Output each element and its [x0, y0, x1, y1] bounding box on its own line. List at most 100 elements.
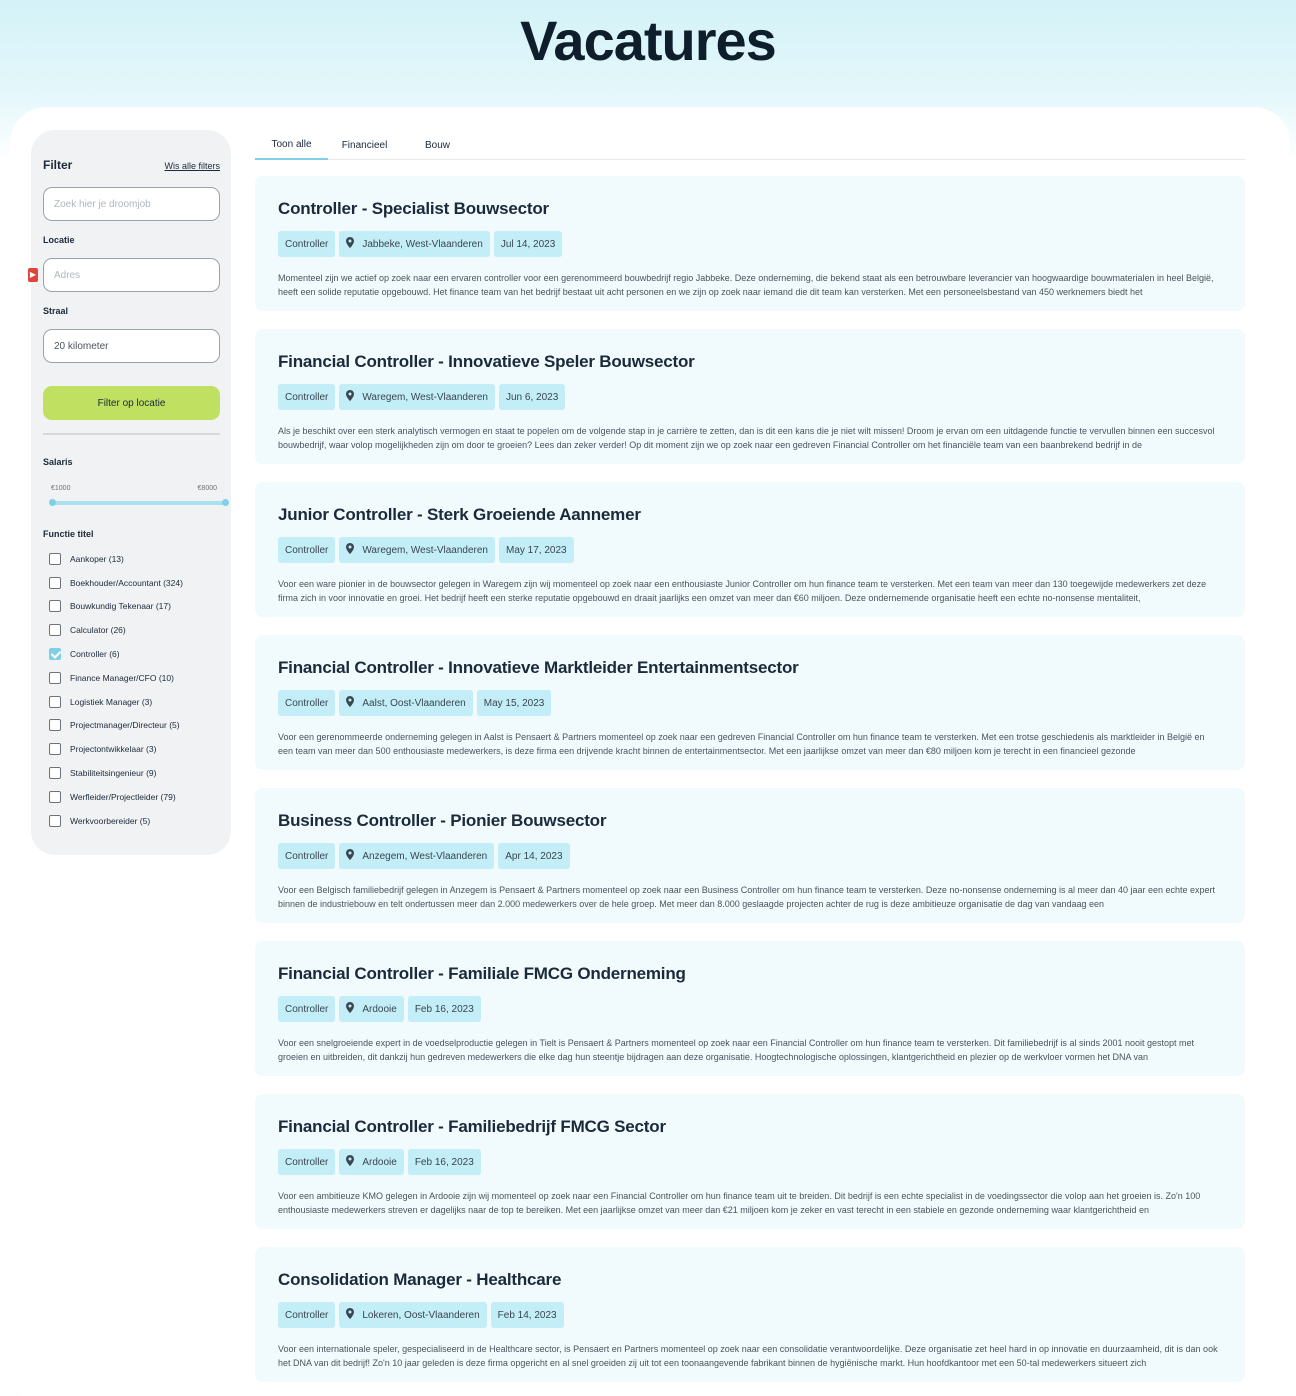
checkbox[interactable] — [49, 767, 61, 780]
clear-filters-link[interactable]: Wis alle filters — [164, 161, 220, 171]
job-description: Voor een ware pionier in de bouwsector g… — [278, 579, 1207, 603]
job-title[interactable]: Financial Controller - Familiebedrijf FM… — [278, 1117, 1222, 1137]
function-checkbox-item[interactable]: Logistiek Manager (3) — [43, 690, 220, 714]
job-description: Voor een gerenommeerde onderneming geleg… — [278, 732, 1205, 756]
date-tag: Jun 6, 2023 — [498, 384, 566, 410]
map-pin-icon — [346, 696, 355, 710]
job-card[interactable]: Controller - Specialist Bouwsector Contro… — [255, 176, 1245, 311]
tab-toon-alle[interactable]: Toon alle — [255, 130, 328, 160]
job-title[interactable]: Controller - Specialist Bouwsector — [278, 199, 1222, 219]
job-tags: Controller Anzegem, West-Vlaanderen Apr 14… — [278, 843, 1222, 869]
job-description: Voor een Belgisch familiebedrijf gelegen… — [278, 885, 1216, 909]
map-pin-icon — [346, 849, 355, 863]
function-checkbox-label: Controller (6) — [70, 649, 120, 660]
location-tag: Lokeren, Oost-Vlaanderen — [339, 1302, 487, 1328]
map-pin-icon — [346, 543, 355, 557]
function-checkbox-item[interactable]: Aankoper (13) — [43, 547, 220, 571]
function-checkbox-item[interactable]: Stabiliteitsingenieur (9) — [43, 761, 220, 785]
function-checkbox-label: Calculator (26) — [70, 625, 126, 636]
location-tag: Ardooie — [339, 1149, 404, 1175]
job-tags: Controller Waregem, West-Vlaanderen Jun 6,… — [278, 384, 1222, 410]
category-tabs: Toon alle Financieel Bouw — [255, 130, 1245, 160]
job-card[interactable]: Business Controller - Pionier Bouwsector… — [255, 788, 1245, 923]
function-checkbox-label: Logistiek Manager (3) — [70, 696, 153, 707]
job-title[interactable]: Financial Controller - Innovatieve Spele… — [278, 352, 1222, 372]
job-description: Voor een snelgroeiende expert in de voed… — [278, 1038, 1195, 1062]
divider — [43, 433, 220, 435]
salary-max-handle[interactable] — [222, 499, 229, 506]
job-title[interactable]: Consolidation Manager - Healthcare — [278, 1270, 1222, 1290]
function-checkbox-item[interactable]: Calculator (26) — [43, 618, 220, 642]
function-checkbox-item[interactable]: Boekhouder/Accountant (324) — [43, 571, 220, 595]
function-checkbox-item[interactable]: Werkvoorbereider (5) — [43, 809, 220, 833]
function-checkbox-item[interactable]: Projectmanager/Directeur (5) — [43, 714, 220, 738]
location-tag: Anzegem, West-Vlaanderen — [339, 843, 495, 869]
map-pin-icon — [346, 1155, 355, 1169]
salary-max-label: €8000 — [197, 485, 217, 492]
map-pin-icon — [346, 1002, 355, 1016]
checkbox[interactable] — [49, 814, 61, 827]
job-card[interactable]: Financial Controller - Innovatieve Markt… — [255, 635, 1245, 770]
category-tag: Controller — [278, 1149, 336, 1175]
location-tag: Jabbeke, West-Vlaanderen — [339, 231, 490, 257]
job-description: Als je beschikt over een sterk analytisc… — [278, 426, 1215, 450]
function-checkbox-item[interactable]: Werfleider/Projectleider (79) — [43, 785, 220, 809]
location-tag: Waregem, West-Vlaanderen — [339, 384, 495, 410]
function-checkbox-item[interactable]: Bouwkundig Tekenaar (17) — [43, 595, 220, 619]
job-tags: Controller Ardooie Feb 16, 2023 — [278, 996, 1222, 1022]
salary-label: Salaris — [43, 457, 73, 467]
category-tag: Controller — [278, 843, 336, 869]
map-pin-icon — [346, 1308, 355, 1322]
function-checkbox-label: Bouwkundig Tekenaar (17) — [70, 601, 171, 612]
job-title[interactable]: Financial Controller - Innovatieve Markt… — [278, 658, 1222, 678]
function-checkbox-list: Aankoper (13) Boekhouder/Accountant (324)… — [43, 547, 220, 833]
job-description: Voor een ambitieuze KMO gelegen in Ardoo… — [278, 1191, 1201, 1215]
job-tags: Controller Jabbeke, West-Vlaanderen Jul 14… — [278, 231, 1222, 257]
function-checkbox-item[interactable]: Projectontwikkelaar (3) — [43, 737, 220, 761]
job-tags: Controller Lokeren, Oost-Vlaanderen Feb 14… — [278, 1302, 1222, 1328]
checkbox[interactable] — [49, 600, 61, 613]
checkbox[interactable] — [49, 671, 61, 684]
checkbox[interactable] — [49, 552, 61, 565]
date-tag: Apr 14, 2023 — [498, 843, 570, 869]
date-tag: May 17, 2023 — [498, 537, 574, 563]
location-text: Lokeren, Oost-Vlaanderen — [362, 1309, 480, 1321]
tab-financieel[interactable]: Financieel — [328, 130, 401, 160]
tab-bouw[interactable]: Bouw — [401, 130, 474, 160]
checkbox[interactable] — [49, 719, 61, 732]
category-tag: Controller — [278, 996, 336, 1022]
salary-min-handle[interactable] — [49, 499, 56, 506]
filter-title: Filter — [43, 158, 73, 172]
address-input[interactable]: Adres — [43, 258, 220, 292]
job-card[interactable]: Consolidation Manager - Healthcare Contro… — [255, 1247, 1245, 1382]
radius-select[interactable]: 20 kilometer — [43, 329, 220, 363]
job-description: Voor een internationale speler, gespecia… — [278, 1344, 1218, 1368]
location-tag: Aalst, Oost-Vlaanderen — [339, 690, 473, 716]
function-checkbox-item[interactable]: Finance Manager/CFO (10) — [43, 666, 220, 690]
location-text: Jabbeke, West-Vlaanderen — [362, 238, 483, 250]
checkbox[interactable] — [49, 743, 61, 756]
checkbox[interactable] — [49, 576, 61, 589]
job-title[interactable]: Financial Controller - Familiale FMCG On… — [278, 964, 1222, 984]
function-checkbox-label: Werkvoorbereider (5) — [70, 815, 151, 826]
job-card[interactable]: Financial Controller - Familiebedrijf FM… — [255, 1094, 1245, 1229]
category-tag: Controller — [278, 537, 336, 563]
checkbox[interactable] — [49, 790, 61, 803]
job-card[interactable]: Financial Controller - Familiale FMCG On… — [255, 941, 1245, 1076]
function-checkbox-label: Projectontwikkelaar (3) — [70, 744, 157, 755]
category-tag: Controller — [278, 690, 336, 716]
job-title[interactable]: Business Controller - Pionier Bouwsector — [278, 811, 1222, 831]
job-card[interactable]: Junior Controller - Sterk Groeiende Aann… — [255, 482, 1245, 617]
checkbox[interactable] — [49, 624, 61, 637]
job-title[interactable]: Junior Controller - Sterk Groeiende Aann… — [278, 505, 1222, 525]
function-checkbox-item[interactable]: Controller (6) — [43, 642, 220, 666]
checkbox[interactable] — [49, 695, 61, 708]
date-tag: May 15, 2023 — [476, 690, 552, 716]
checkbox-checked[interactable] — [49, 648, 61, 661]
location-field-wrap: ▶ Adres — [28, 258, 220, 292]
search-input[interactable]: Zoek hier je droomjob — [43, 187, 220, 221]
job-card[interactable]: Financial Controller - Innovatieve Spele… — [255, 329, 1245, 464]
salary-slider[interactable] — [49, 499, 229, 506]
filter-location-button[interactable]: Filter op locatie — [43, 386, 220, 420]
function-checkbox-label: Werfleider/Projectleider (79) — [70, 791, 176, 802]
